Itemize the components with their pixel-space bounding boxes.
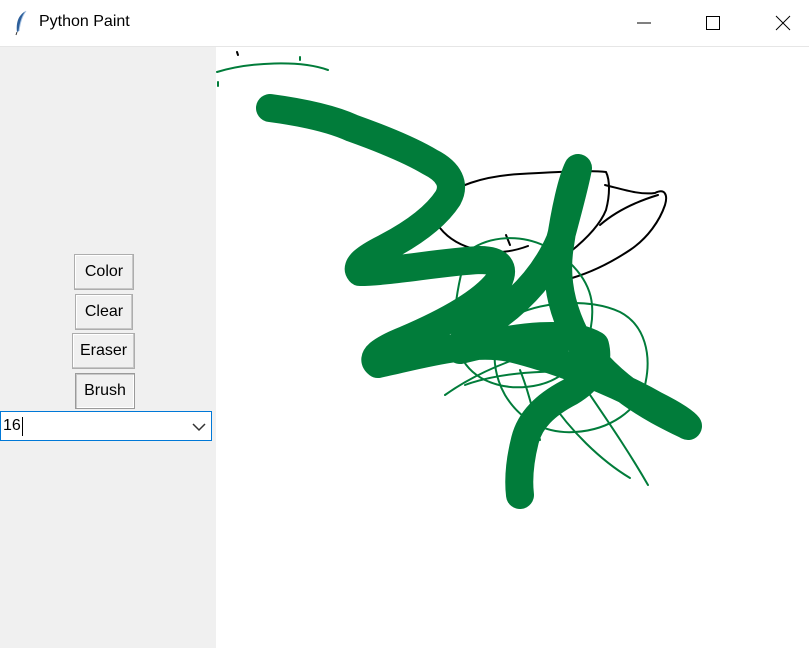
- chevron-down-icon[interactable]: [191, 419, 207, 435]
- green-arc-top: [216, 62, 329, 73]
- black-stroke-hook: [505, 234, 511, 246]
- close-button[interactable]: [760, 0, 806, 46]
- drawing-canvas[interactable]: [216, 47, 809, 648]
- clear-button[interactable]: Clear: [75, 294, 133, 330]
- thick-brush-stroke: [256, 94, 702, 509]
- window-title: Python Paint: [39, 13, 130, 30]
- feather-icon: [15, 10, 27, 36]
- text-caret: [22, 417, 23, 436]
- title-bar: Python Paint: [0, 0, 809, 47]
- minimize-button[interactable]: [621, 0, 667, 46]
- eraser-button[interactable]: Eraser: [72, 333, 135, 369]
- brush-size-value: 16: [3, 417, 21, 434]
- black-stroke-top-dot: [236, 51, 239, 56]
- color-button[interactable]: Color: [74, 254, 134, 290]
- close-icon: [775, 15, 791, 31]
- maximize-icon: [706, 16, 720, 30]
- brush-button[interactable]: Brush: [75, 373, 135, 409]
- canvas-drawing: [216, 51, 702, 509]
- maximize-button[interactable]: [690, 0, 736, 46]
- tool-sidebar: Color Clear Eraser Brush: [0, 47, 216, 648]
- minimize-icon: [637, 22, 651, 24]
- brush-size-select[interactable]: 16: [0, 411, 212, 441]
